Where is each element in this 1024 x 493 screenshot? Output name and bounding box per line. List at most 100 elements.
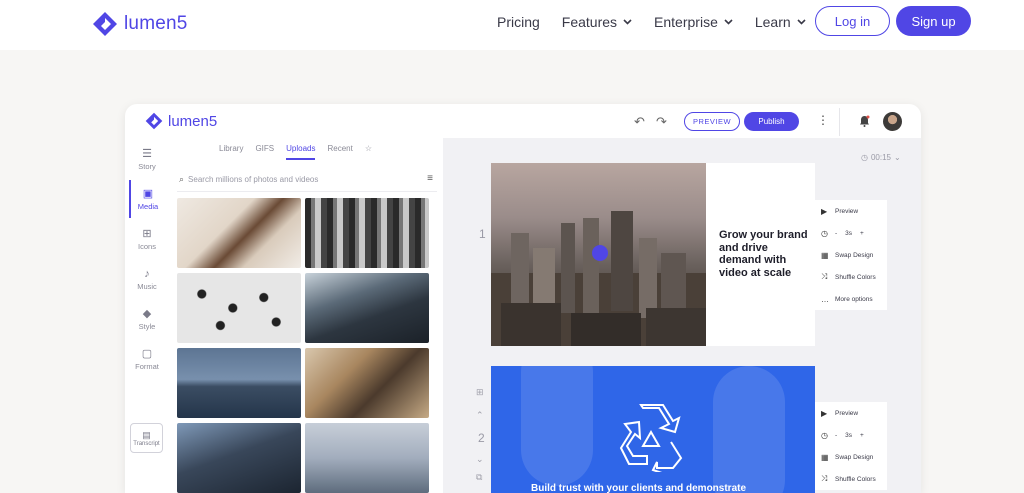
- notification-bell-icon[interactable]: [859, 115, 870, 127]
- preview-option[interactable]: ▶ Preview: [815, 402, 887, 424]
- filter-icon[interactable]: ≡: [427, 173, 433, 184]
- recycle-icon: [619, 404, 683, 472]
- tab-uploads[interactable]: Uploads: [286, 144, 316, 160]
- play-icon: ▶: [821, 206, 828, 216]
- sidebar-item-style[interactable]: ◆ Style: [129, 300, 165, 338]
- media-search[interactable]: ⌕ Search millions of photos and videos ≡: [177, 168, 437, 192]
- nav-enterprise[interactable]: Enterprise: [654, 14, 733, 30]
- lumen5-logo-icon: [145, 112, 163, 130]
- tab-library[interactable]: Library: [219, 144, 243, 160]
- chevron-down-icon[interactable]: ⌄: [476, 454, 484, 465]
- shuffle-colors-option[interactable]: ⤨ Shuffle Colors: [815, 266, 887, 288]
- nav-pricing[interactable]: Pricing: [497, 14, 540, 30]
- shuffle-colors-option[interactable]: ⤨ Shuffle Colors: [815, 468, 887, 490]
- scene-card-2[interactable]: Build trust with your clients and demons…: [491, 366, 815, 493]
- sidebar-item-label: Music: [137, 281, 157, 291]
- sidebar-item-story[interactable]: ☰ Story: [129, 140, 165, 178]
- chevron-down-icon: [797, 19, 806, 25]
- editor-header: lumen5 ↶ ↷ PREVIEW Publish ⋮: [125, 104, 921, 138]
- scene-2-options: ▶ Preview ◷ - 3s + ▦ Swap Design ⤨ Shuffle Col…: [815, 402, 887, 490]
- play-icon: ▶: [821, 408, 828, 418]
- sidebar-item-label: Icons: [138, 242, 156, 251]
- media-panel: Library GIFS Uploads Recent ☆ ⌕ Search m…: [169, 138, 443, 493]
- focus-point-marker[interactable]: [592, 245, 608, 261]
- clock-icon: ◷: [861, 153, 868, 162]
- scene-1-options: ▶ Preview ◷ - 3s + ▦ Swap Design ⤨ Shuffle Col…: [815, 200, 887, 310]
- duration-increase-button[interactable]: +: [860, 230, 864, 237]
- top-navbar: lumen5 Pricing Features Enterprise Learn…: [0, 0, 1024, 50]
- scene-2-text[interactable]: Build trust with your clients and demons…: [531, 483, 746, 493]
- duration-value: 00:15: [870, 153, 892, 162]
- sidebar-item-icons[interactable]: ⊞ Icons: [129, 220, 165, 258]
- more-horizontal-icon: …: [821, 294, 829, 304]
- scene-number: 2: [478, 431, 485, 445]
- editor-sidebar: ☰ Story ▣ Media ⊞ Icons ♪ Music ◆ Style ▢ Form…: [125, 138, 169, 493]
- favorites-star-icon[interactable]: ☆: [365, 144, 372, 160]
- lumen5-logo-icon: [93, 12, 117, 36]
- duration-decrease-button[interactable]: -: [835, 432, 837, 439]
- media-icon: ▣: [142, 188, 154, 200]
- scene-card-1[interactable]: Grow your brand and drive demand with vi…: [491, 163, 815, 346]
- redo-icon[interactable]: ↷: [656, 114, 667, 130]
- sidebar-item-music[interactable]: ♪ Music: [129, 260, 165, 298]
- shuffle-icon: ⤨: [821, 474, 828, 483]
- nav-learn-label: Learn: [754, 14, 791, 30]
- publish-button[interactable]: Publish: [744, 112, 799, 131]
- nav-learn[interactable]: Learn: [755, 14, 806, 30]
- preview-option-label: Preview: [835, 409, 859, 417]
- chevron-up-icon[interactable]: ⌃: [476, 410, 484, 421]
- add-scene-icon[interactable]: ⊞: [476, 387, 484, 398]
- undo-icon[interactable]: ↶: [634, 114, 645, 130]
- grid-icon: ▦: [821, 250, 829, 260]
- transcript-button[interactable]: ▤ Transcript: [130, 423, 163, 453]
- brand-name: lumen5: [124, 13, 188, 34]
- media-thumb-office-building[interactable]: [177, 423, 301, 493]
- preview-option[interactable]: ▶ Preview: [815, 200, 887, 222]
- duration-stepper[interactable]: ◷ - 3s +: [815, 222, 887, 244]
- tab-recent[interactable]: Recent: [327, 144, 352, 160]
- music-icon: ♪: [144, 267, 150, 280]
- media-tabs: Library GIFS Uploads Recent ☆: [219, 144, 384, 160]
- sidebar-item-format[interactable]: ▢ Format: [129, 340, 165, 378]
- media-thumb-hiker-mountain[interactable]: [305, 423, 429, 493]
- scene-1-text[interactable]: Grow your brand and drive demand with vi…: [719, 229, 809, 279]
- media-thumb-crowd-aerial[interactable]: [177, 273, 301, 343]
- duration-value: 3s: [845, 431, 853, 439]
- scene-number: 1: [479, 227, 486, 241]
- duplicate-icon[interactable]: ⧉: [476, 472, 482, 483]
- shuffle-colors-label: Shuffle Colors: [835, 475, 876, 483]
- sidebar-item-media[interactable]: ▣ Media: [129, 180, 165, 218]
- more-vertical-icon[interactable]: ⋮: [817, 113, 829, 127]
- media-thumb-people-walking[interactable]: [305, 198, 429, 268]
- nav-pricing-label: Pricing: [497, 14, 540, 30]
- duration-stepper[interactable]: ◷ - 3s +: [815, 424, 887, 446]
- sidebar-item-label: Media: [137, 202, 159, 211]
- duration-decrease-button[interactable]: -: [835, 230, 837, 237]
- more-options-option[interactable]: … More options: [815, 288, 887, 310]
- editor-logo[interactable]: lumen5: [145, 112, 217, 130]
- decorative-pill-shape: [521, 366, 593, 486]
- duration-indicator: ◷ 00:15 ⌄: [861, 153, 901, 162]
- swap-design-option[interactable]: ▦ Swap Design: [815, 244, 887, 266]
- media-thumb-city-skyline[interactable]: [177, 348, 301, 418]
- chevron-down-icon: [623, 19, 632, 25]
- main-nav: Pricing Features Enterprise Learn: [497, 14, 828, 30]
- media-thumb-friends-selfie[interactable]: [305, 348, 429, 418]
- avatar[interactable]: [883, 112, 902, 131]
- preview-button[interactable]: PREVIEW: [684, 112, 740, 131]
- signup-button[interactable]: Sign up: [896, 6, 971, 36]
- media-thumb-woman-laptop[interactable]: [177, 198, 301, 268]
- tab-gifs[interactable]: GIFS: [255, 144, 274, 160]
- shuffle-icon: ⤨: [821, 272, 828, 281]
- brand-logo[interactable]: lumen5: [92, 11, 188, 37]
- sidebar-item-label: Story: [138, 162, 156, 171]
- more-options-label: More options: [835, 295, 873, 303]
- duration-increase-button[interactable]: +: [860, 432, 864, 439]
- login-button[interactable]: Log in: [815, 6, 890, 36]
- shuffle-colors-label: Shuffle Colors: [835, 273, 876, 281]
- nav-features[interactable]: Features: [562, 14, 632, 30]
- transcript-icon: ▤: [142, 429, 151, 440]
- search-input[interactable]: Search millions of photos and videos: [188, 175, 318, 184]
- swap-design-option[interactable]: ▦ Swap Design: [815, 446, 887, 468]
- media-thumb-skyscrapers[interactable]: [305, 273, 429, 343]
